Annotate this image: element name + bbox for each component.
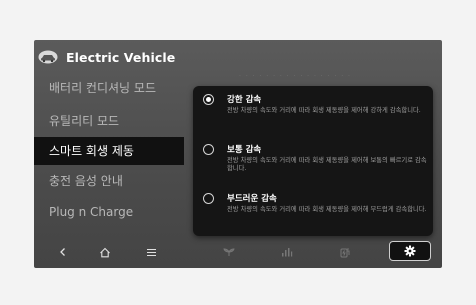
eco-button[interactable] (214, 236, 244, 268)
option-description: 전방 차량의 속도와 거리에 따라 회생 제동량을 제어해 보통의 빠르기로 감… (227, 157, 427, 173)
background-text-decoration: · · · · · · · · · · · · · · · · · (239, 73, 352, 80)
radio-selected[interactable] (203, 94, 214, 105)
gear-icon (404, 245, 416, 257)
settings-button[interactable] (389, 241, 431, 261)
option-title: 강한 감속 (227, 95, 262, 105)
option-title: 부드러운 감속 (227, 194, 277, 204)
menu-item-smart-regen-braking[interactable]: 스마트 회생 제동 (34, 137, 184, 165)
energy-bars-icon (282, 248, 293, 257)
radio-unselected[interactable] (203, 144, 214, 155)
header: Electric Vehicle (34, 40, 442, 74)
option-normal-deceleration[interactable]: 보통 감속 전방 차량의 속도와 거리에 따라 회생 제동량을 제어해 보통의 … (193, 144, 433, 194)
radio-unselected[interactable] (203, 193, 214, 204)
energy-info-button[interactable] (272, 236, 302, 268)
page-title: Electric Vehicle (66, 50, 176, 65)
back-icon (60, 248, 65, 256)
menu-item-battery-conditioning[interactable]: 배터리 컨디셔닝 모드 (34, 74, 184, 102)
charging-button[interactable] (330, 236, 360, 268)
bottom-navigation-bar (34, 236, 442, 268)
home-button[interactable] (90, 236, 120, 268)
menu-icon (146, 248, 156, 256)
ev-car-icon (38, 50, 58, 64)
back-button[interactable] (48, 236, 78, 268)
home-icon (100, 247, 110, 257)
ev-settings-screen: Electric Vehicle 배터리 컨디셔닝 모드 유틸리티 모드 스마트… (34, 40, 442, 268)
regen-braking-popup: 강한 감속 전방 차량의 속도와 거리에 따라 회생 제동량을 제어해 강하게 … (193, 86, 433, 236)
option-description: 전방 차량의 속도와 거리에 따라 회생 제동량을 제어해 부드럽게 감속합니다… (227, 206, 427, 213)
menu-item-charging-voice-guide[interactable]: 충전 음성 안내 (34, 167, 184, 195)
charging-icon (340, 248, 350, 258)
menu-item-plug-n-charge[interactable]: Plug n Charge (34, 198, 184, 226)
option-description: 전방 차량의 속도와 거리에 따라 회생 제동량을 제어해 강하게 감속합니다. (227, 107, 421, 114)
menu-item-utility-mode[interactable]: 유틸리티 모드 (34, 107, 184, 135)
menu-button[interactable] (136, 236, 166, 268)
option-strong-deceleration[interactable]: 강한 감속 전방 차량의 속도와 거리에 따라 회생 제동량을 제어해 강하게 … (193, 94, 433, 144)
eco-icon (223, 247, 235, 256)
option-title: 보통 감속 (227, 145, 262, 155)
